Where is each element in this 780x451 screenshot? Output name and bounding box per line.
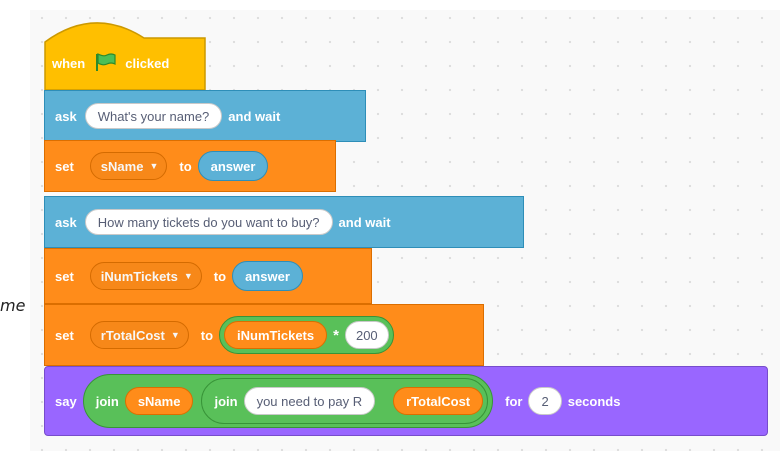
say-for-seconds-block[interactable]: say join sName join you need to pay R rT…	[44, 366, 768, 436]
dropdown-caret-icon: ▼	[149, 161, 159, 171]
question-input[interactable]: How many tickets do you want to buy?	[84, 209, 333, 235]
variable-dropdown[interactable]: iNumTickets ▼	[89, 262, 202, 290]
set-inumtickets-block[interactable]: set iNumTickets ▼ to answer	[44, 248, 372, 304]
join-label: join	[95, 393, 119, 409]
set-sname-block[interactable]: set sName ▼ to answer	[44, 140, 336, 192]
set-label: set	[55, 268, 74, 284]
ask-label: ask	[55, 108, 77, 124]
multiply-operator[interactable]: iNumTickets * 200	[219, 316, 394, 354]
variable-name: iNumTickets	[100, 268, 178, 284]
set-rtotalcost-block[interactable]: set rTotalCost ▼ to iNumTickets * 200	[44, 304, 484, 366]
answer-reporter[interactable]: answer	[197, 151, 269, 181]
seconds-input[interactable]: 2	[528, 387, 562, 415]
rtotalcost-reporter[interactable]: rTotalCost	[393, 387, 484, 415]
variable-name: rTotalCost	[100, 327, 165, 343]
ask-label: ask	[55, 214, 77, 230]
join-outer[interactable]: join sName join you need to pay R rTotal…	[82, 374, 494, 428]
say-label: say	[55, 393, 77, 409]
for-label: for	[505, 393, 523, 409]
green-flag-icon	[93, 52, 117, 75]
to-label: to	[179, 158, 192, 174]
variable-dropdown[interactable]: rTotalCost ▼	[89, 321, 189, 349]
ask-tickets-block[interactable]: ask How many tickets do you want to buy?…	[44, 196, 524, 248]
question-input[interactable]: What's your name?	[84, 103, 223, 129]
to-label: to	[213, 268, 227, 284]
message-input[interactable]: you need to pay R	[243, 387, 376, 415]
set-label: set	[55, 327, 74, 343]
set-label: set	[55, 158, 74, 174]
clicked-label: clicked	[125, 56, 170, 71]
when-flag-clicked-block[interactable]: when clicked	[44, 12, 206, 92]
answer-reporter[interactable]: answer	[232, 261, 303, 291]
dropdown-caret-icon: ▼	[170, 330, 180, 340]
ask-name-block[interactable]: ask What's your name? and wait	[44, 90, 366, 142]
join-inner[interactable]: join you need to pay R rTotalCost	[201, 378, 489, 424]
left-border	[0, 0, 30, 451]
when-label: when	[52, 56, 86, 71]
variable-dropdown[interactable]: sName ▼	[89, 152, 168, 180]
to-label: to	[200, 327, 214, 343]
multiply-symbol: *	[333, 326, 339, 344]
top-border	[0, 0, 780, 10]
sname-reporter[interactable]: sName	[124, 387, 194, 415]
variable-name: sName	[100, 158, 144, 174]
inumtickets-reporter[interactable]: iNumTickets	[224, 321, 328, 349]
and-wait-label: and wait	[228, 108, 281, 124]
join-label: join	[214, 393, 238, 409]
and-wait-label: and wait	[338, 214, 391, 230]
cropped-caption: me	[0, 296, 26, 315]
multiplier-input[interactable]: 200	[344, 321, 389, 349]
seconds-label: seconds	[567, 393, 621, 409]
dropdown-caret-icon: ▼	[183, 271, 193, 281]
